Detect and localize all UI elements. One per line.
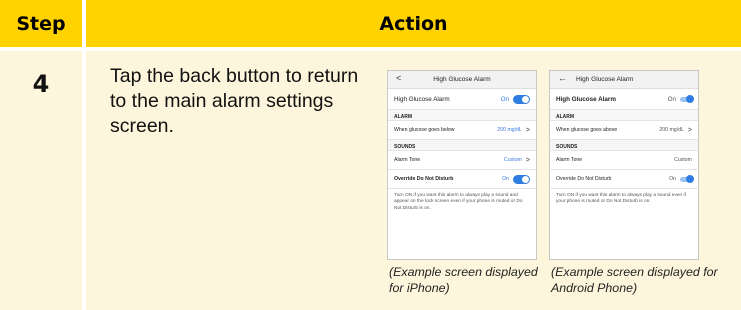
alarm-toggle-row[interactable]: High Glucose Alarm On <box>388 89 536 110</box>
alarm-toggle[interactable] <box>513 94 530 104</box>
chevron-right-icon: > <box>525 126 530 134</box>
step-number: 4 <box>32 70 50 98</box>
iphone-title-bar: < High Glucose Alarm <box>388 71 536 89</box>
tone-label: Alarm Tone <box>394 157 421 163</box>
alarm-label: High Glucose Alarm <box>556 95 616 103</box>
android-screen: ← High Glucose Alarm High Glucose Alarm … <box>549 70 699 260</box>
header-action: Action <box>86 0 741 47</box>
android-title-bar: ← High Glucose Alarm <box>550 71 698 89</box>
android-caption: (Example screen displayed for Android Ph… <box>551 265 718 295</box>
tone-value: Custom <box>674 157 692 163</box>
override-state: On <box>502 176 509 182</box>
override-note: Turn ON if you want this alarm to always… <box>556 193 686 205</box>
tone-label: Alarm Tone <box>556 157 583 163</box>
glucose-value: 200 mg/dL <box>659 127 684 133</box>
override-label: Override Do Not Disturb <box>556 176 612 182</box>
alarm-toggle-row[interactable]: High Glucose Alarm On <box>550 89 698 110</box>
screen-title: High Glucose Alarm <box>576 76 634 83</box>
section-sounds: SOUNDS <box>388 140 536 151</box>
tone-value: Custom <box>504 157 522 163</box>
section-sounds: SOUNDS <box>550 140 698 151</box>
override-dnd-row[interactable]: Override Do Not Disturb On <box>550 170 698 189</box>
override-note: Turn ON if you want this alarm to always… <box>394 193 523 211</box>
glucose-label: When glucose goes above <box>556 127 618 133</box>
iphone-caption: (Example screen displayed for iPhone) <box>389 265 538 295</box>
override-state: On <box>669 176 676 182</box>
glucose-label: When glucose goes below <box>394 127 455 133</box>
alarm-state: On <box>500 95 509 103</box>
glucose-threshold-row[interactable]: When glucose goes above 200 mg/dL > <box>550 121 698 140</box>
alarm-state: On <box>667 95 676 103</box>
chevron-right-icon: > <box>525 156 530 164</box>
alarm-tone-row[interactable]: Alarm Tone Custom <box>550 151 698 170</box>
override-toggle[interactable] <box>680 175 694 183</box>
alarm-label: High Glucose Alarm <box>394 95 450 103</box>
instruction-text: Tap the back button to return to the mai… <box>110 65 359 137</box>
glucose-value: 200 mg/dL <box>497 127 522 133</box>
back-arrow-icon[interactable]: ← <box>558 74 567 83</box>
header-step: Step <box>0 0 82 47</box>
override-label: Override Do Not Disturb <box>394 176 454 182</box>
screen-title: High Glucose Alarm <box>433 76 491 83</box>
override-dnd-row[interactable]: Override Do Not Disturb On <box>388 170 536 189</box>
glucose-threshold-row[interactable]: When glucose goes below 200 mg/dL > <box>388 121 536 140</box>
section-alarm: ALARM <box>388 110 536 121</box>
alarm-tone-row[interactable]: Alarm Tone Custom > <box>388 151 536 170</box>
section-alarm: ALARM <box>550 110 698 121</box>
chevron-right-icon: > <box>687 126 692 134</box>
alarm-toggle[interactable] <box>680 95 694 103</box>
override-toggle[interactable] <box>513 174 530 184</box>
iphone-screen: < High Glucose Alarm High Glucose Alarm … <box>387 70 537 260</box>
